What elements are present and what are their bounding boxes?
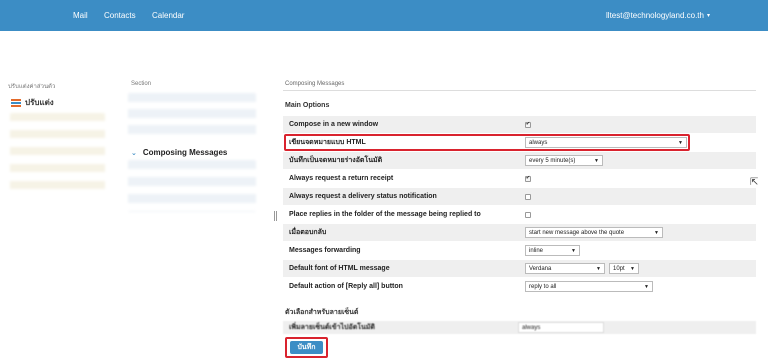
select-value: every 5 minute(s) [529,157,576,164]
row-compose-new-window: Compose in a new window ✔ [283,116,756,133]
settings-item-preferences[interactable]: ปรับแต่ง [11,96,54,109]
caret-down-icon: ▾ [706,13,710,19]
row-signature-auto: เพิ่มลายเซ็นต์เข้าไปอัตโนมัติ always [283,321,756,334]
dropdown-arrow-icon: ▼ [594,157,599,164]
settings-panel-title: ปรับแต่งค่าส่วนตัว [8,84,56,90]
preferences-icon [11,98,21,107]
signature-auto-select[interactable]: always [518,322,604,333]
row-delivery-notification: Always request a delivery status notific… [283,188,756,205]
user-email: lltest@technologyland.co.th [606,11,704,20]
row-label: เพิ่มลายเซ็นต์เข้าไปอัตโนมัติ [289,324,375,331]
highlight-html-row [284,134,690,151]
signature-options-title: ตัวเลือกสำหรับลายเซ็นต์ [285,309,359,316]
main-header: Composing Messages [283,78,756,91]
select-value: reply to all [529,283,557,290]
blurred-section-list-bottom [128,160,256,212]
row-label: Default font of HTML message [289,265,390,272]
blurred-settings-list [10,113,105,198]
nav-mail[interactable]: Mail [73,11,88,20]
row-draft-autosave: บันทึกเป็นจดหมายร่างอัตโนมัติ every 5 mi… [283,152,756,169]
select-value: Verdana [529,265,552,272]
draft-autosave-select[interactable]: every 5 minute(s) ▼ [525,155,603,166]
section-panel-title: Section [131,81,152,87]
font-family-select[interactable]: Verdana ▼ [525,263,605,274]
dropdown-arrow-icon: ▼ [596,265,601,272]
row-label: เมื่อตอบกลับ [289,229,327,236]
row-reply-mode: เมื่อตอบกลับ start new message above the… [283,224,756,241]
section-item-composing-messages[interactable]: ⌄ Composing Messages [131,148,227,157]
nav-contacts[interactable]: Contacts [104,11,136,20]
row-return-receipt: Always request a return receipt ✔ [283,170,756,187]
mouse-cursor-icon: ⇱ [750,177,759,188]
chevron-down-icon: ⌄ [131,149,137,157]
dropdown-arrow-icon: ▼ [644,283,649,290]
dropdown-arrow-icon: ▼ [630,265,635,272]
row-label: Always request a return receipt [289,175,394,182]
select-value: 10pt [613,265,625,272]
delivery-notification-checkbox[interactable] [525,193,531,200]
panel-splitter[interactable] [274,211,277,221]
font-size-select[interactable]: 10pt ▼ [609,263,639,274]
row-label: Default action of [Reply all] button [289,283,403,290]
row-default-font: Default font of HTML message Verdana ▼ 1… [283,260,756,277]
row-forwarding: Messages forwarding inline ▼ [283,242,756,259]
row-label: บันทึกเป็นจดหมายร่างอัตโนมัติ [289,157,383,164]
dropdown-arrow-icon: ▼ [654,229,659,236]
row-label: Compose in a new window [289,121,379,128]
nav-calendar[interactable]: Calendar [152,11,184,20]
select-value: always [522,324,541,331]
main-options-title: Main Options [285,102,330,109]
dropdown-arrow-icon: ▼ [571,247,576,254]
row-reply-all: Default action of [Reply all] button rep… [283,278,756,295]
highlight-save-button [285,337,328,358]
return-receipt-checkbox[interactable]: ✔ [525,175,531,182]
row-label: Place replies in the folder of the messa… [289,211,481,218]
row-place-replies: Place replies in the folder of the messa… [283,206,756,223]
reply-all-select[interactable]: reply to all ▼ [525,281,653,292]
reply-mode-select[interactable]: start new message above the quote ▼ [525,227,663,238]
forwarding-select[interactable]: inline ▼ [525,245,580,256]
settings-item-label: ปรับแต่ง [25,98,54,107]
place-replies-checkbox[interactable] [525,211,531,218]
blurred-section-list-top [128,93,256,141]
row-label: Messages forwarding [289,247,361,254]
user-menu[interactable]: lltest@technologyland.co.th ▾ [606,0,710,31]
top-nav-bar: Mail Contacts Calendar lltest@technology… [0,0,768,31]
row-label: Always request a delivery status notific… [289,193,437,200]
select-value: inline [529,247,544,254]
compose-new-window-checkbox[interactable]: ✔ [525,121,531,128]
select-value: start new message above the quote [529,229,625,236]
section-item-label: Composing Messages [142,148,228,157]
